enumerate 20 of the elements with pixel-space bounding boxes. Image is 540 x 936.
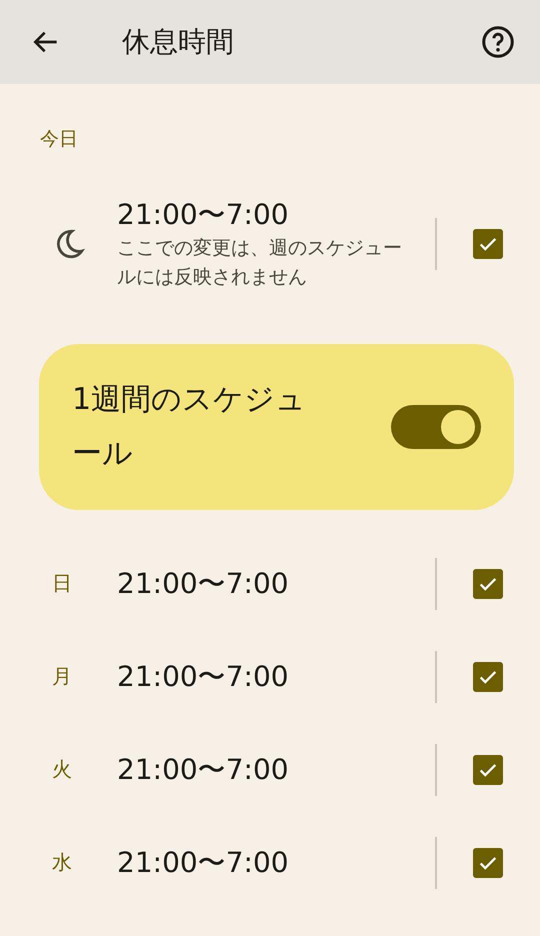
day-label: 日 bbox=[51, 570, 73, 597]
checkbox[interactable] bbox=[473, 229, 503, 259]
checkbox[interactable] bbox=[473, 568, 503, 598]
checkbox[interactable] bbox=[473, 848, 503, 878]
time-range: 21:00〜7:00 bbox=[117, 197, 290, 233]
day-label: 火 bbox=[51, 756, 73, 783]
day-label: 水 bbox=[51, 849, 73, 876]
section-label: 今日 bbox=[39, 127, 79, 152]
time-range[interactable]: 21:00〜7:00 bbox=[117, 564, 407, 602]
page-title: 休息時間 bbox=[122, 24, 235, 60]
checkbox[interactable] bbox=[473, 662, 503, 692]
checkbox[interactable] bbox=[473, 754, 503, 784]
note-text: ここでの変更は、週のスケジュールには反映されません bbox=[117, 236, 403, 290]
toggle-switch[interactable] bbox=[391, 405, 481, 449]
card-title: 1週間のスケジュール bbox=[72, 381, 308, 473]
day-label: 月 bbox=[51, 663, 73, 690]
time-range[interactable]: 21:00〜7:00 bbox=[117, 750, 407, 788]
time-range[interactable]: 21:00〜7:00 bbox=[117, 844, 407, 882]
help-icon bbox=[480, 24, 516, 60]
time-range[interactable]: 21:00〜7:00 bbox=[117, 658, 407, 696]
